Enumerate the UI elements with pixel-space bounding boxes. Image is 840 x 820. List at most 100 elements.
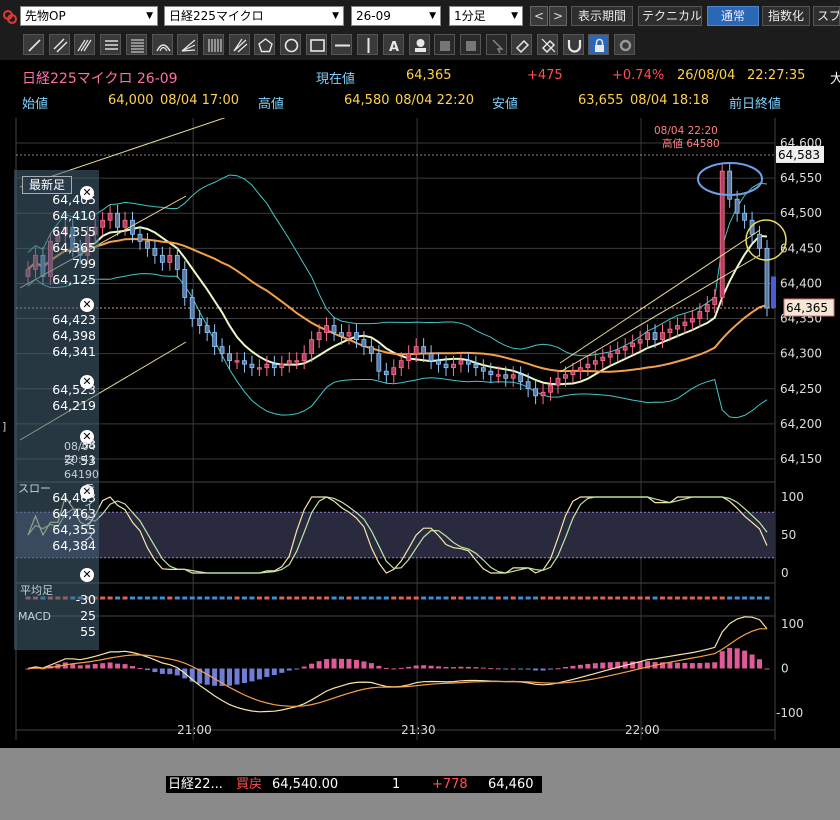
normal-button[interactable]: 通常	[707, 6, 759, 26]
heikin-ashi-bar	[115, 596, 121, 600]
channel-tool-icon[interactable]	[48, 34, 70, 55]
next-button[interactable]: >	[549, 6, 567, 26]
period-button[interactable]: 表示期間	[571, 6, 633, 26]
link-icon	[2, 6, 18, 26]
horizontal-line-icon[interactable]	[331, 34, 353, 55]
text-tool-icon-shape: A	[389, 40, 399, 55]
macd-histogram-bar	[241, 668, 247, 684]
product-select[interactable]: 先物OP ▼	[20, 6, 158, 26]
lock-icon-glyph	[595, 38, 605, 52]
vertical-line-icon[interactable]	[357, 34, 379, 55]
macd-histogram-bar	[458, 666, 464, 669]
eraser-icon-shape	[516, 39, 530, 54]
quote-time: 22:27:35	[747, 68, 806, 83]
info-overlay-panel: 64,405 64,410 64,355 64,365 799 64,125 64,423 6…	[2, 170, 99, 650]
eraser-icon[interactable]	[511, 34, 533, 55]
macd-histogram-bar	[301, 666, 307, 669]
pentagon-icon[interactable]	[254, 34, 276, 55]
toolbar-row-selectors: 先物OP ▼ 日経225マイクロ ▼ 26-09 ▼ 1分足 ▼ < > 表示期間 テク…	[0, 4, 840, 28]
macd-histogram-bar	[727, 647, 733, 669]
macd-histogram-bar	[473, 667, 479, 669]
candle-body	[242, 360, 247, 365]
symbol-select[interactable]: 日経225マイクロ ▼	[164, 6, 344, 26]
candle-body	[600, 356, 606, 362]
edit-icon[interactable]	[434, 34, 456, 55]
macd-histogram-bar	[227, 668, 233, 686]
trading-app: 先物OP ▼ 日経225マイクロ ▼ 26-09 ▼ 1分足 ▼ < > 表示期間 テク…	[0, 0, 840, 748]
candle-body	[742, 212, 748, 221]
high-label: 高値	[258, 97, 285, 112]
heikin-ashi-bar	[525, 596, 531, 600]
macd-histogram-bar	[734, 648, 740, 669]
heikin-ashi-bar	[249, 596, 255, 600]
fibonacci-icon[interactable]	[125, 34, 147, 55]
vertical-lines-icon[interactable]	[202, 34, 224, 55]
close-icon[interactable]: ✕	[80, 568, 94, 582]
macd-histogram-bar	[749, 654, 755, 669]
line-tool-icon[interactable]	[23, 34, 44, 55]
time-tick-label: 21:00	[177, 723, 212, 737]
macd-histogram-bar	[383, 667, 389, 669]
heikin-ashi-bar	[174, 596, 180, 600]
candle-body	[107, 212, 113, 221]
cursor-icon[interactable]	[485, 34, 507, 55]
pentagon-icon-shape	[258, 38, 274, 53]
technical-button[interactable]: テクニカル	[638, 6, 702, 26]
candle-body	[615, 349, 621, 355]
macd-histogram-bar	[130, 666, 136, 669]
measure-icon[interactable]	[459, 34, 481, 55]
macd-histogram-bar	[234, 668, 240, 685]
text-tool-icon[interactable]: A	[382, 34, 404, 55]
heikin-ashi-bar	[518, 596, 524, 600]
heikin-ashi-bar	[540, 596, 546, 600]
close-icon[interactable]: ✕	[80, 298, 94, 312]
macd-histogram-bar	[450, 667, 456, 669]
macd-histogram-bar	[107, 662, 113, 669]
settings-icon[interactable]	[614, 34, 636, 55]
lock-icon[interactable]	[588, 34, 610, 55]
heikin-ashi-bar	[585, 596, 591, 600]
candle-body	[286, 360, 292, 365]
measure-icon-glyph	[465, 41, 476, 51]
index-button[interactable]: 指数化	[762, 6, 810, 26]
macd-histogram-bar	[279, 668, 285, 673]
interval-select[interactable]: 1分足 ▼	[449, 6, 523, 26]
candle-body	[712, 297, 718, 305]
open-label: 始値	[22, 97, 49, 112]
circle-icon[interactable]	[280, 34, 301, 55]
heikin-ashi-bar	[331, 596, 337, 600]
contract-select[interactable]: 26-09 ▼	[351, 6, 441, 26]
candle-body	[383, 370, 389, 376]
close-icon[interactable]: ✕	[80, 186, 94, 200]
overlay-partial-label: 平均足	[20, 584, 53, 597]
prev-button[interactable]: <	[530, 6, 548, 26]
pitchfork-icon[interactable]	[228, 34, 250, 55]
candle-body	[660, 332, 665, 341]
rectangle-icon[interactable]	[305, 34, 327, 55]
measure-icon-shape	[465, 41, 476, 51]
spread-button[interactable]: スプ	[813, 6, 840, 26]
heikin-ashi-bar	[100, 596, 106, 600]
candle-body	[368, 346, 374, 355]
status-last: 64,460	[488, 777, 534, 792]
macd-histogram-bar	[674, 662, 680, 669]
magnet-icon[interactable]	[562, 34, 584, 55]
arc-icon-glyph	[155, 44, 171, 52]
position-status-bar[interactable]: 日経22... 買戻 64,540.00 1 +778 64,460	[166, 776, 542, 793]
erase-all-icon[interactable]	[537, 34, 558, 55]
arc-icon[interactable]	[151, 34, 173, 55]
stoch-tick-label: 50	[781, 528, 796, 542]
macd-histogram-bar	[443, 667, 449, 669]
heikin-ashi-bar	[301, 596, 307, 600]
icon-stamp-icon[interactable]	[408, 34, 430, 55]
chevron-down-icon: ▼	[332, 11, 339, 21]
parallel-lines-icon[interactable]	[74, 34, 96, 55]
fan-icon[interactable]	[177, 34, 199, 55]
candle-body	[525, 381, 531, 390]
horizontal-lines-icon[interactable]	[100, 34, 122, 55]
close-icon[interactable]: ✕	[80, 375, 94, 389]
high-annotation-value: 高値 64580	[662, 137, 720, 150]
heikin-ashi-bar	[757, 596, 763, 600]
price-chart[interactable]: 64,60064,55064,50064,45064,40064,35064,3…	[0, 118, 840, 748]
trend-line	[559, 254, 761, 373]
